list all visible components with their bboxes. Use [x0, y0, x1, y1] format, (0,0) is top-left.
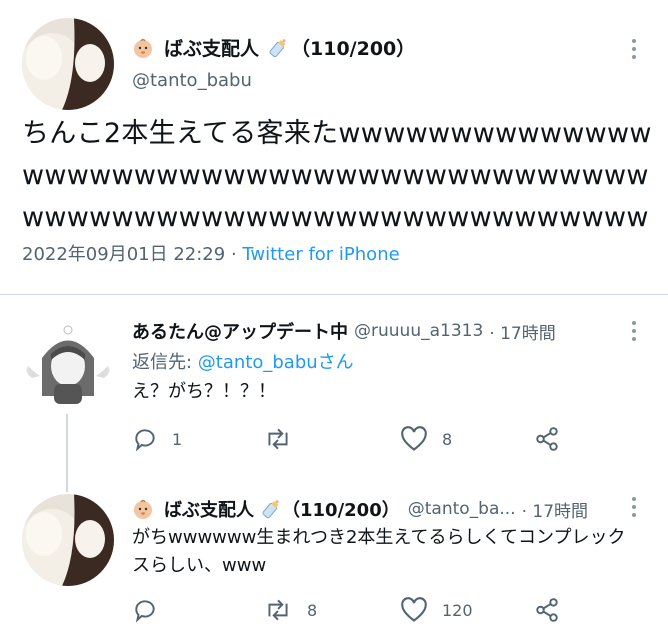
plush-avatar-image — [22, 18, 114, 110]
reply2-retweet-count: 8 — [307, 600, 318, 620]
reply1-reply-button[interactable]: 1 — [132, 426, 182, 452]
meta-separator: · — [225, 244, 243, 265]
reply-to-prefix: 返信先: — [132, 352, 198, 373]
reply1-like-count: 8 — [442, 429, 453, 449]
reply1-reply-count: 1 — [172, 429, 183, 449]
reply-to-user-link[interactable]: @tanto_babuさん — [198, 352, 354, 373]
reply1-handle[interactable]: @ruuuu_a1313 — [354, 321, 483, 341]
main-tweet-text: ちんこ2本生えてる客来たwwwwwwwwwwwwwwwwwwwwwwwwwwww… — [22, 118, 652, 233]
like-icon — [401, 597, 427, 622]
main-meta: 2022年09月01日 22:29 · Twitter for iPhone — [22, 240, 400, 266]
reply2-share-button[interactable] — [534, 597, 560, 623]
reply-icon — [135, 429, 155, 452]
main-timestamp[interactable]: 2022年09月01日 22:29 — [22, 244, 225, 265]
baby-emoji-icon — [132, 498, 154, 520]
reply1-display-name[interactable]: あるたん@アップデート中 — [132, 318, 348, 344]
reply2-avatar[interactable] — [22, 494, 114, 586]
reply1-avatar[interactable] — [22, 318, 114, 410]
more-icon[interactable] — [624, 318, 644, 344]
reply1-like-button[interactable]: 8 — [400, 426, 452, 452]
reply2-text: がちwwwwww生まれつき2本生えてるらしくてコンプレックスらしい、www — [132, 527, 626, 576]
reply1-reply-to: 返信先: @tanto_babuさん — [132, 348, 354, 374]
retweet-icon — [268, 599, 288, 621]
main-handle[interactable]: @tanto_babu — [132, 70, 252, 91]
share-icon — [536, 427, 558, 451]
reply1-retweet-button[interactable] — [263, 426, 307, 452]
thread-line — [66, 414, 68, 492]
retweet-icon — [268, 428, 288, 450]
reply1-text: え？がち？！？！ — [132, 381, 276, 402]
more-icon[interactable] — [624, 494, 644, 520]
main-display-name[interactable]: ばぶ支配人 — [164, 34, 259, 61]
reply2-like-button[interactable]: 120 — [400, 597, 473, 623]
reply1-header: あるたん@アップデート中 @ruuuu_a1313 · 17時間 — [132, 318, 556, 344]
more-icon[interactable] — [624, 36, 644, 62]
anime-girl-avatar-image — [22, 318, 114, 410]
plush-avatar-image — [22, 494, 114, 586]
reply2-retweet-button[interactable]: 8 — [263, 597, 317, 623]
like-icon — [401, 426, 427, 451]
reply2-reply-button[interactable] — [132, 597, 172, 623]
reply2-handle[interactable]: @tanto_ba... — [408, 499, 516, 519]
baby-emoji-icon — [132, 37, 154, 59]
reply2-count-badge: （110/200） — [282, 500, 400, 521]
baby-bottle-icon — [260, 498, 282, 520]
reply2-time[interactable]: · 17時間 — [522, 497, 588, 522]
main-source[interactable]: Twitter for iPhone — [242, 244, 399, 265]
main-name-row: ばぶ支配人 （110/200） — [132, 34, 415, 61]
main-avatar[interactable] — [22, 18, 114, 110]
reply-icon — [135, 600, 155, 623]
share-icon — [536, 598, 558, 622]
reply2-display-name[interactable]: ばぶ支配人 — [164, 496, 254, 522]
reply2-header: ばぶ支配人 （110/200） @tanto_ba... · 17時間 — [132, 496, 588, 522]
reply1-time[interactable]: · 17時間 — [489, 319, 555, 344]
divider — [0, 294, 668, 295]
reply2-like-count: 120 — [442, 600, 473, 620]
reply1-share-button[interactable] — [534, 426, 560, 452]
baby-bottle-icon — [267, 37, 289, 59]
main-count-badge: （110/200） — [291, 38, 416, 60]
